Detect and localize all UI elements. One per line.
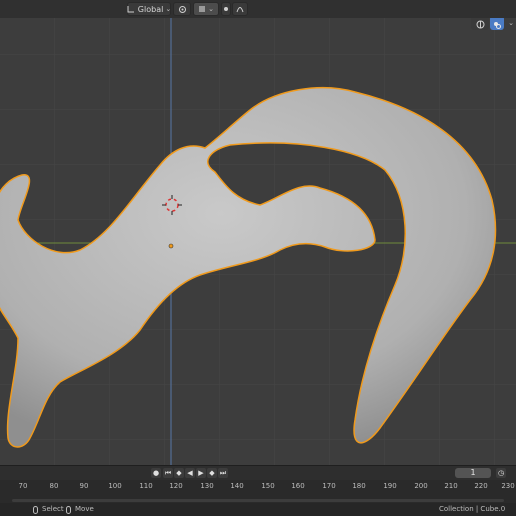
- timeline-ruler[interactable]: 70 80 90 100 110 120 130 140 150 160 170…: [0, 480, 516, 504]
- overlay-toggle[interactable]: [490, 18, 504, 30]
- jump-start-icon: ⏮: [164, 468, 172, 477]
- mouse-left-icon: [33, 505, 38, 514]
- frame-tick-label: 220: [474, 482, 488, 490]
- overlay-icon: [493, 18, 501, 33]
- falloff-dropdown[interactable]: [232, 2, 248, 16]
- chevron-down-icon: ⌄: [165, 5, 172, 13]
- falloff-curve-icon: [236, 5, 244, 13]
- orientation-icon: [127, 5, 135, 13]
- frame-tick-label: 140: [230, 482, 244, 490]
- snap-magnet-icon: [198, 5, 206, 13]
- frame-tick-label: 170: [322, 482, 336, 490]
- prev-keyframe-icon: ◆: [176, 468, 182, 477]
- frame-tick-label: 110: [139, 482, 153, 490]
- frame-tick-label: 180: [352, 482, 366, 490]
- record-button[interactable]: ●: [151, 468, 161, 478]
- viewport-canvas: [0, 18, 516, 465]
- transform-orientation-dropdown[interactable]: Global ⌄: [127, 2, 171, 16]
- viewport-gizmo-icon: [476, 18, 485, 33]
- mouse-middle-icon: [66, 505, 71, 514]
- timeline-panel: ● ⏮ ◆ ◀ ▶ ◆ ⏭ 1 ◷ 70 80 90 100 110 120 1…: [0, 465, 516, 504]
- frame-tick-label: 190: [383, 482, 397, 490]
- pivot-point-dropdown[interactable]: [173, 2, 191, 16]
- play-reverse-icon: ◀: [187, 468, 193, 477]
- chevron-down-icon: ⌄: [508, 19, 514, 27]
- proportional-editing-icon: [223, 6, 229, 12]
- play-reverse-button[interactable]: ◀: [185, 468, 195, 478]
- select-hint: Select: [33, 505, 64, 514]
- select-hint-label: Select: [42, 505, 64, 513]
- 3d-viewport[interactable]: ⌄: [0, 18, 516, 465]
- clock-icon: ◷: [497, 468, 505, 477]
- jump-end-button[interactable]: ⏭: [218, 468, 228, 478]
- next-keyframe-button[interactable]: ◆: [207, 468, 217, 478]
- next-keyframe-icon: ◆: [209, 468, 215, 477]
- overlay-dropdown[interactable]: ⌄: [505, 18, 515, 30]
- frame-tick-label: 160: [291, 482, 305, 490]
- transform-orientation-label: Global: [137, 4, 164, 14]
- frame-tick-label: 120: [169, 482, 183, 490]
- snap-toggle[interactable]: ⌄: [193, 2, 219, 16]
- status-bar: Select Move Collection | Cube.0: [0, 503, 516, 516]
- blender-window: Global ⌄ ⌄ ⌄ ● ⏮ ◆ ◀ ▶ ◆ ⏭ 1 ◷ 70 80 90 …: [0, 0, 516, 516]
- viewport-header: Global ⌄ ⌄: [0, 0, 516, 19]
- pivot-point-icon: [178, 5, 187, 14]
- prev-keyframe-button[interactable]: ◆: [174, 468, 184, 478]
- timeline-scrollbar[interactable]: [12, 499, 504, 502]
- play-button[interactable]: ▶: [196, 468, 206, 478]
- frame-tick-label: 90: [79, 482, 89, 490]
- frame-tick-label: 210: [444, 482, 458, 490]
- jump-start-button[interactable]: ⏮: [163, 468, 173, 478]
- move-hint-label: Move: [75, 505, 94, 513]
- scene-statistics: Collection | Cube.0: [439, 505, 516, 514]
- frame-tick-label: 230: [501, 482, 515, 490]
- frame-tick-label: 150: [261, 482, 275, 490]
- viewport-gizmo-toggle[interactable]: [471, 18, 489, 30]
- object-origin: [168, 243, 174, 249]
- frame-tick-label: 130: [200, 482, 214, 490]
- chevron-down-icon: ⌄: [208, 5, 214, 13]
- proportional-editing-toggle[interactable]: [221, 2, 231, 16]
- jump-end-icon: ⏭: [219, 468, 227, 477]
- frame-tick-label: 200: [414, 482, 428, 490]
- frame-tick-label: 70: [18, 482, 28, 490]
- frame-tick-label: 100: [108, 482, 122, 490]
- playback-controls: ● ⏮ ◆ ◀ ▶ ◆ ⏭ 1 ◷: [0, 466, 516, 480]
- frame-tick-label: 80: [49, 482, 59, 490]
- collection-info-label: Collection | Cube.0: [439, 505, 506, 513]
- record-icon: ●: [152, 468, 160, 477]
- move-hint: Move: [66, 505, 94, 514]
- current-frame-field[interactable]: 1: [455, 468, 491, 478]
- play-icon: ▶: [198, 468, 204, 477]
- preview-range-button[interactable]: ◷: [496, 468, 506, 478]
